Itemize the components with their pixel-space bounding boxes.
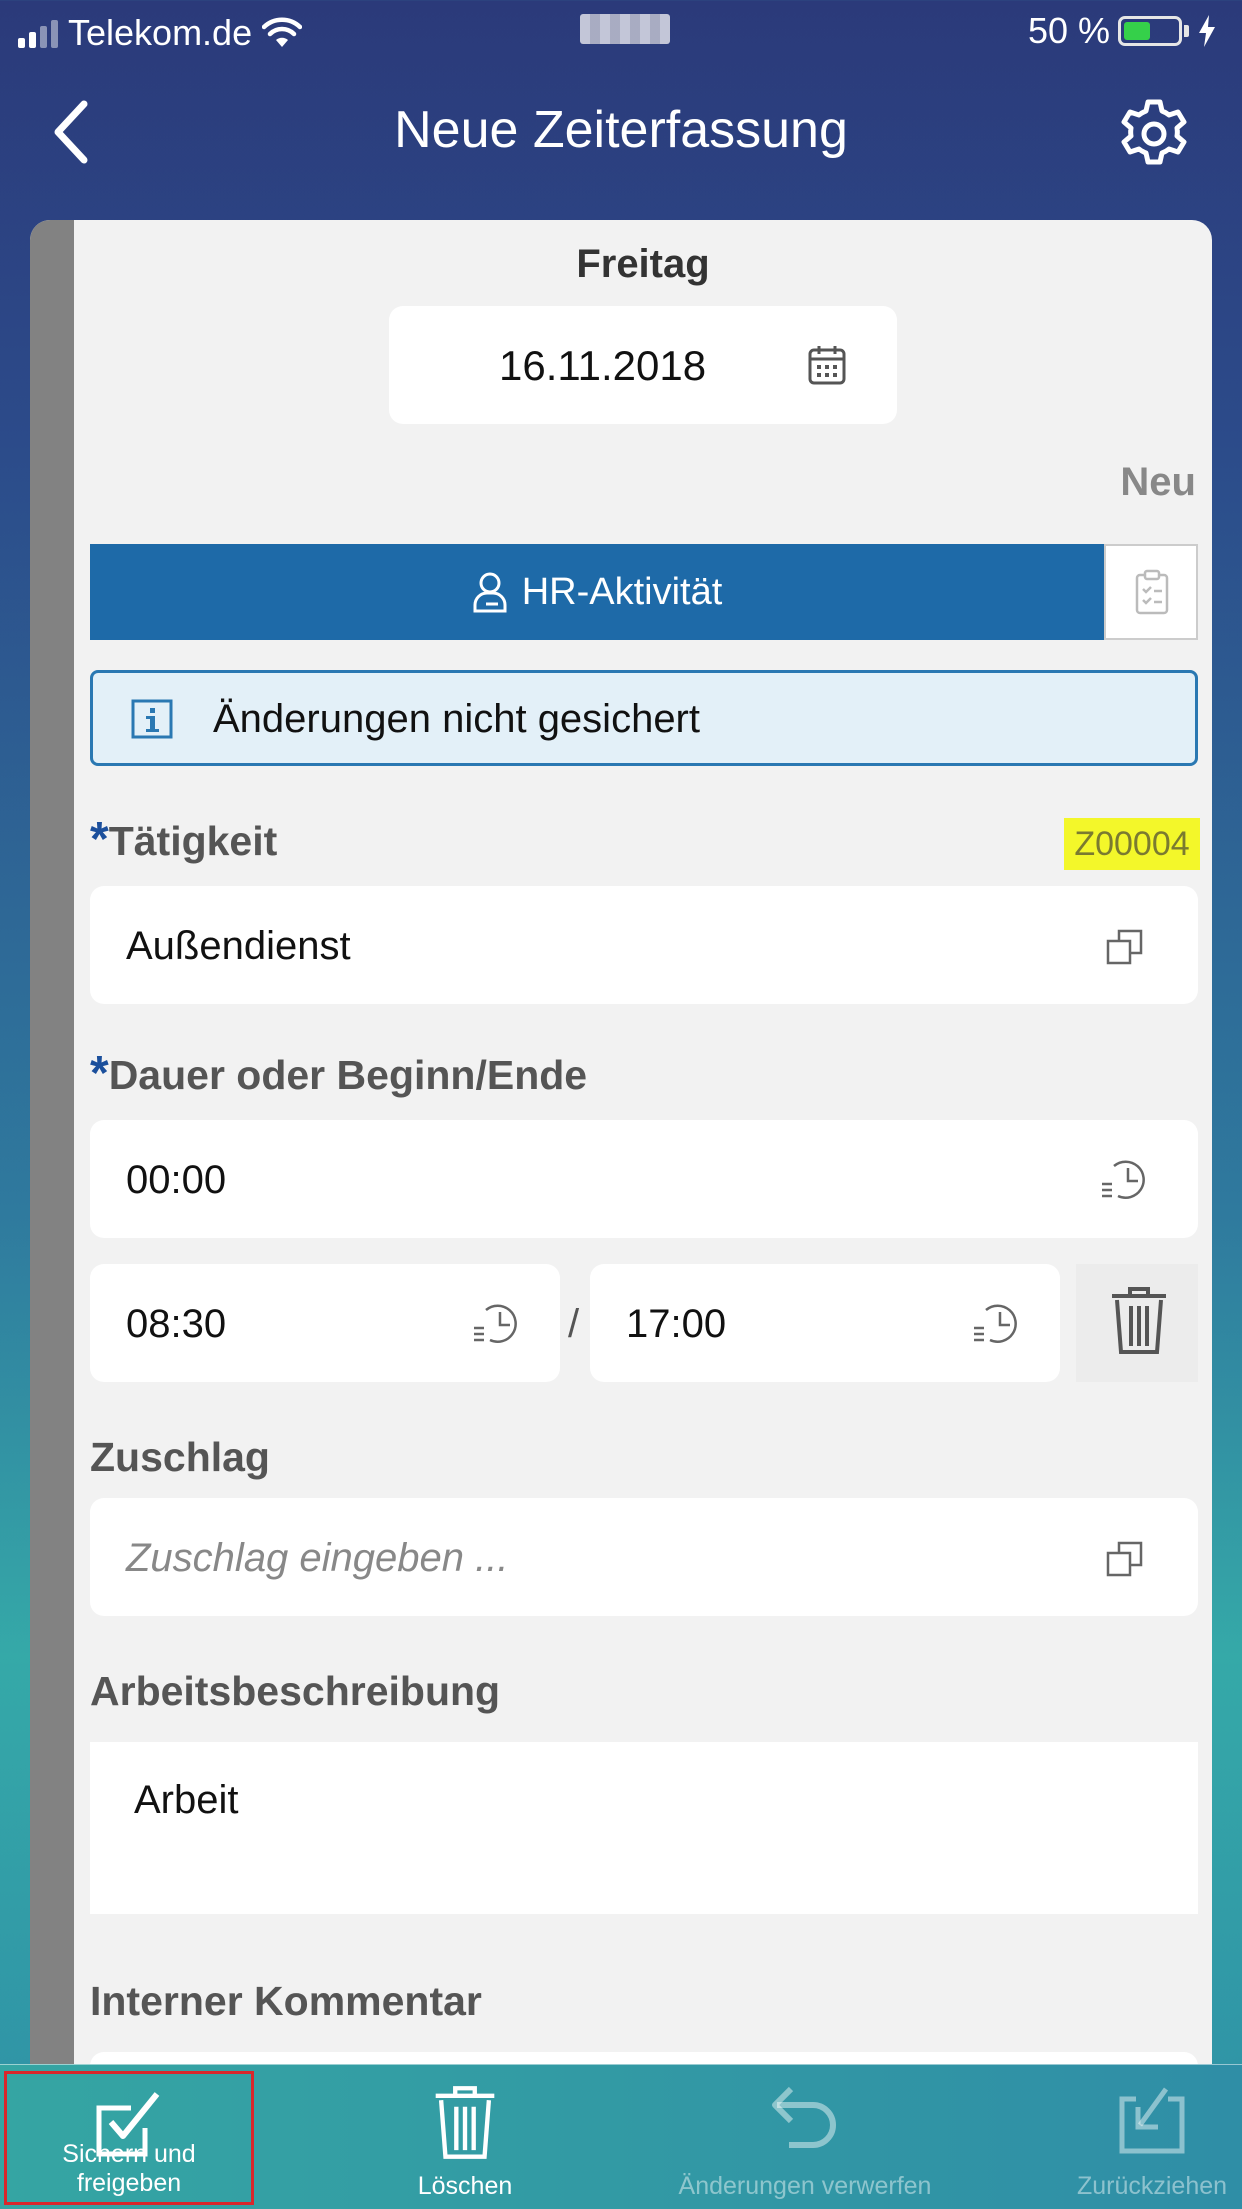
clock-blurred xyxy=(580,14,670,44)
duration-field[interactable]: 00:00 xyxy=(90,1120,1198,1238)
activity-label-text: Tätigkeit xyxy=(108,818,278,864)
required-mark: * xyxy=(90,1047,109,1100)
date-picker[interactable]: 16.11.2018 xyxy=(389,306,897,424)
date-value: 16.11.2018 xyxy=(499,342,707,389)
duration-label: *Dauer oder Beginn/Ende xyxy=(90,1046,587,1101)
status-bar: Telekom.de 50 % xyxy=(0,0,1242,64)
time-separator: / xyxy=(568,1302,580,1346)
end-time-value: 17:00 xyxy=(626,1302,727,1346)
work-description-value: Arbeit xyxy=(134,1778,239,1822)
delete-time-button[interactable] xyxy=(1076,1264,1198,1382)
trash-icon xyxy=(435,2086,495,2159)
checklist-button[interactable] xyxy=(1104,544,1198,640)
clock-list-icon[interactable] xyxy=(470,1300,520,1348)
surcharge-placeholder: Zuschlag eingeben ... xyxy=(126,1536,509,1580)
battery-status: 50 % xyxy=(1028,10,1217,52)
work-description-textarea[interactable]: Arbeit xyxy=(90,1742,1198,1914)
signal-icon xyxy=(18,18,58,48)
activity-label: *Tätigkeit xyxy=(90,812,277,867)
withdraw-label: Zurückziehen xyxy=(1076,2172,1228,2200)
work-description-label: Arbeitsbeschreibung xyxy=(90,1668,501,1714)
start-time-value: 08:30 xyxy=(126,1302,227,1346)
withdraw-button[interactable]: Zurückziehen xyxy=(1062,2065,1242,2209)
withdraw-arrow-icon xyxy=(1119,2087,1185,2154)
internal-comment-label: Interner Kommentar xyxy=(90,1978,482,2024)
charging-bolt-icon xyxy=(1199,15,1216,47)
clipboard-check-icon xyxy=(1135,569,1169,615)
bottom-toolbar: Sichern und freigeben Löschen Änderungen… xyxy=(0,2064,1242,2209)
end-time-field[interactable]: 17:00 xyxy=(590,1264,1060,1382)
activity-value: Außendienst xyxy=(126,924,351,968)
hr-activity-label: HR-Aktivität xyxy=(521,570,723,613)
save-release-button[interactable]: Sichern und freigeben xyxy=(4,2071,254,2205)
value-help-icon[interactable] xyxy=(1106,928,1144,966)
surcharge-label: Zuschlag xyxy=(90,1434,270,1480)
gear-icon[interactable] xyxy=(1118,98,1190,170)
wifi-icon xyxy=(262,17,303,47)
side-rail xyxy=(30,220,74,2070)
clock-list-icon[interactable] xyxy=(970,1300,1020,1348)
surcharge-field[interactable]: Zuschlag eingeben ... xyxy=(90,1498,1198,1616)
discard-changes-button[interactable]: Änderungen verwerfen xyxy=(660,2065,950,2209)
delete-button[interactable]: Löschen xyxy=(340,2065,590,2209)
discard-changes-label: Änderungen verwerfen xyxy=(678,2172,932,2200)
info-message-text: Änderungen nicht gesichert xyxy=(213,697,700,741)
info-message-bar: Änderungen nicht gesichert xyxy=(90,670,1198,766)
hr-activity-button[interactable]: HR-Aktivität xyxy=(90,544,1104,640)
activity-code-badge: Z00004 xyxy=(1064,818,1200,870)
info-icon xyxy=(131,699,173,739)
value-help-icon[interactable] xyxy=(1106,1540,1144,1578)
duration-value: 00:00 xyxy=(126,1158,227,1202)
battery-icon xyxy=(1118,16,1183,46)
page-title: Neue Zeiterfassung xyxy=(394,101,848,159)
clock-list-icon[interactable] xyxy=(1098,1156,1148,1204)
activity-field[interactable]: Außendienst xyxy=(90,886,1198,1004)
delete-label: Löschen xyxy=(417,2172,513,2200)
calendar-icon[interactable] xyxy=(807,344,847,386)
weekday-label: Freitag xyxy=(576,242,710,286)
carrier-name: Telekom.de xyxy=(68,12,253,53)
duration-label-text: Dauer oder Beginn/Ende xyxy=(108,1052,588,1098)
user-icon xyxy=(473,572,507,613)
start-time-field[interactable]: 08:30 xyxy=(90,1264,560,1382)
undo-arrow-icon xyxy=(772,2086,836,2148)
carrier-info: Telekom.de xyxy=(18,12,303,54)
save-release-label: Sichern und freigeben xyxy=(62,2140,196,2197)
battery-percent: 50 % xyxy=(1028,10,1111,51)
trash-icon xyxy=(1112,1287,1166,1354)
status-label: Neu xyxy=(1120,460,1196,504)
time-entry-card: Freitag 16.11.2018 Neu HR-Aktivität Ände… xyxy=(30,220,1212,2070)
required-mark: * xyxy=(90,813,109,866)
